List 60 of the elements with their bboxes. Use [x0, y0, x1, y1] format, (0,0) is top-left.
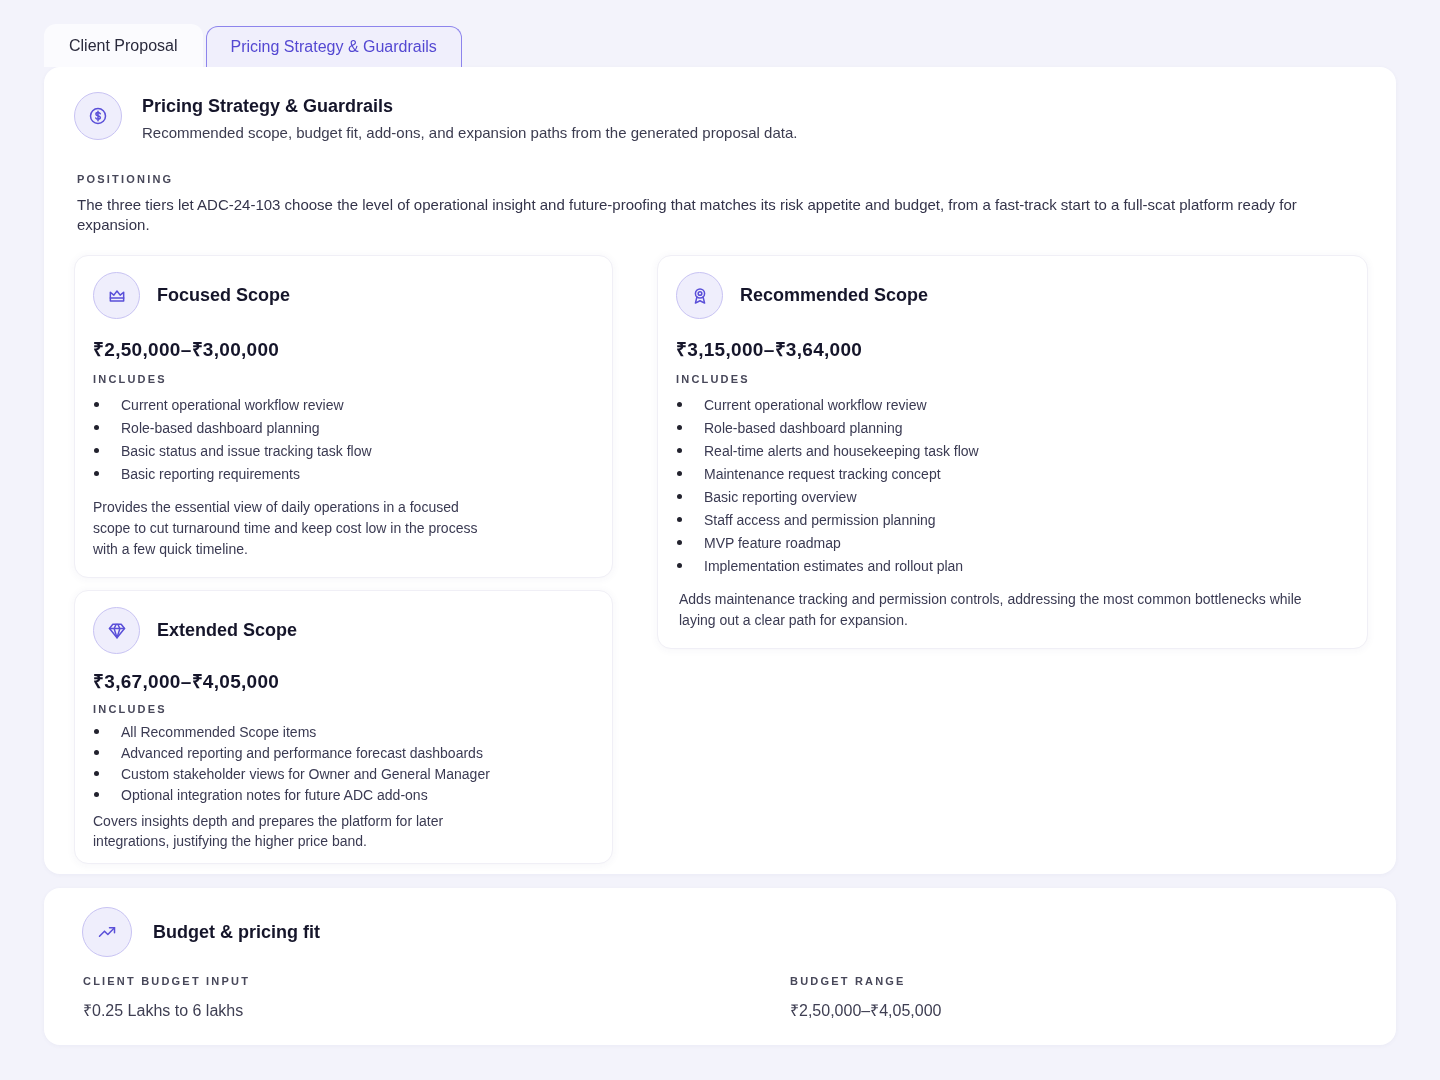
bullet-icon — [677, 471, 682, 476]
budget-field-label: CLIENT BUDGET INPUT — [83, 975, 252, 987]
bullet-icon — [94, 792, 99, 797]
bullet-icon — [677, 517, 682, 522]
tier-title: Recommended Scope — [740, 285, 929, 306]
tier-price: ₹3,67,000–₹4,05,000 — [93, 670, 281, 694]
bullet-icon — [94, 771, 99, 776]
tier-description: Adds maintenance tracking and permission controls, addressing the most common bottlenecks while laying out a clear path for expansion. — [678, 590, 1303, 630]
included-item: Custom stakeholder views for Owner and General Manager — [121, 765, 490, 782]
included-item: Role-based dashboard planning — [121, 419, 320, 436]
includes-label: INCLUDES — [676, 373, 751, 385]
included-item: Role-based dashboard planning — [704, 419, 903, 436]
bullet-icon — [94, 750, 99, 755]
included-item: Basic status and issue tracking task flow — [121, 442, 372, 459]
tier-price: ₹2,50,000–₹3,00,000 — [93, 338, 281, 362]
bullet-icon — [677, 563, 682, 568]
dollar-icon — [74, 92, 122, 140]
positioning-text: The three tiers let ADC-24-103 choose the level of operational insight and future-proofing that matches its risk appetite and budget, from a fast-track start to a full-scat platform ready for expansion. — [77, 195, 1298, 235]
included-item: Staff access and permission planning — [704, 511, 936, 528]
positioning-label: POSITIONING — [77, 173, 175, 185]
bullet-icon — [94, 729, 99, 734]
tab[interactable]: Client Proposal — [44, 24, 203, 67]
crown-icon — [93, 272, 140, 319]
trend-up-icon — [82, 907, 132, 957]
included-item: Basic reporting requirements — [121, 465, 300, 482]
section-subtitle: Recommended scope, budget fit, add-ons, and expansion paths from the generated proposal data. — [142, 124, 798, 141]
tier-description: Covers insights depth and prepares the platform for later integrations, justifying the higher price band. — [93, 812, 445, 851]
section-title: Pricing Strategy & Guardrails — [142, 96, 395, 117]
included-item: All Recommended Scope items — [121, 723, 317, 740]
bullet-icon — [94, 425, 99, 430]
included-item: Optional integration notes for future ADC add-ons — [121, 786, 428, 803]
award-ribbon-icon — [676, 272, 723, 319]
tier-description: Provides the essential view of daily operations in a focused scope to cut turnaround time and keep cost low in the process with a few quick timeline. — [93, 498, 479, 559]
included-item: Implementation estimates and rollout plan — [704, 557, 964, 574]
includes-label: INCLUDES — [93, 373, 168, 385]
bullet-icon — [677, 494, 682, 499]
included-item: Current operational workflow review — [121, 396, 344, 413]
bullet-icon — [677, 448, 682, 453]
included-item: Basic reporting overview — [704, 488, 857, 505]
includes-label: INCLUDES — [93, 703, 168, 715]
budget-field-value: ₹0.25 Lakhs to 6 lakhs — [83, 1001, 245, 1021]
tier-title: Extended Scope — [157, 620, 298, 641]
budget-field-label: BUDGET RANGE — [790, 975, 907, 987]
tier-title: Focused Scope — [157, 285, 291, 306]
included-item: Maintenance request tracking concept — [704, 465, 941, 482]
bullet-icon — [677, 425, 682, 430]
included-item: MVP feature roadmap — [704, 534, 841, 551]
tier-price: ₹3,15,000–₹3,64,000 — [676, 338, 864, 362]
bullet-icon — [677, 402, 682, 407]
included-item: Current operational workflow review — [704, 396, 927, 413]
bullet-icon — [94, 448, 99, 453]
bullet-icon — [94, 402, 99, 407]
gem-icon — [93, 607, 140, 654]
budget-field-value: ₹2,50,000–₹4,05,000 — [790, 1001, 943, 1021]
budget-title: Budget & pricing fit — [153, 921, 320, 943]
tab[interactable]: Pricing Strategy & Guardrails — [205, 26, 462, 67]
bullet-icon — [677, 540, 682, 545]
included-item: Advanced reporting and performance forecast dashboards — [121, 744, 483, 761]
included-item: Real-time alerts and housekeeping task flow — [704, 442, 979, 459]
bullet-icon — [94, 471, 99, 476]
